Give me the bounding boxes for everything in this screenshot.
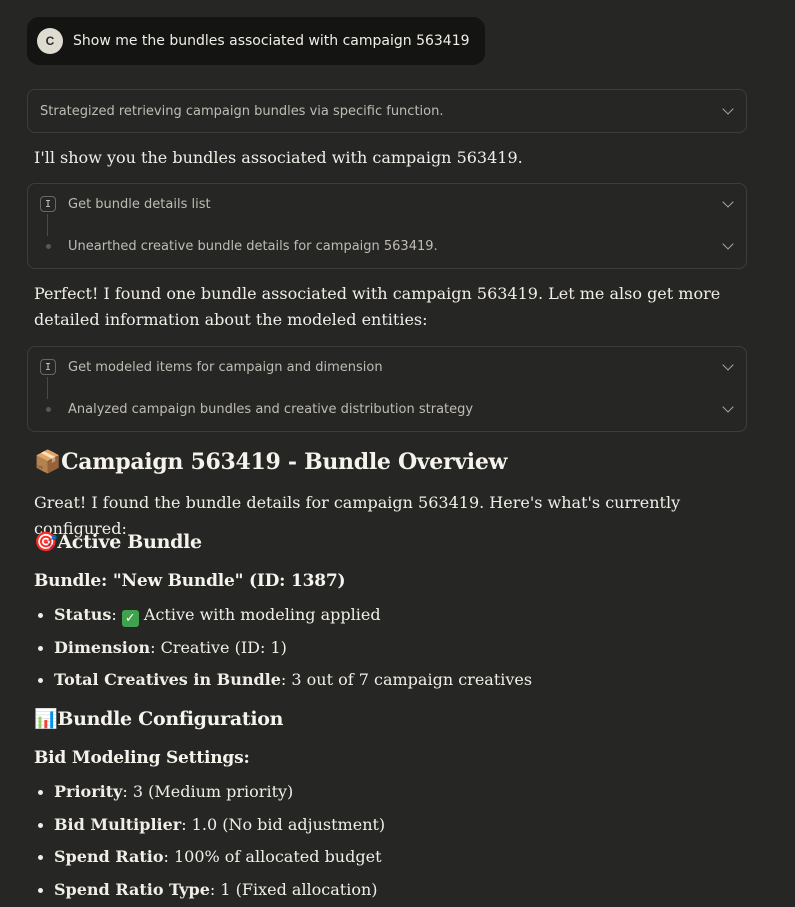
- configuration-heading: 📊Bundle Configuration: [34, 707, 283, 730]
- item-label: Priority: [54, 782, 123, 801]
- item-value: : 1 (Fixed allocation): [209, 879, 378, 899]
- list-item: Spend Ratio Type: 1 (Fixed allocation): [34, 877, 385, 907]
- tool-call-block: I Get modeled items for campaign and dim…: [27, 346, 747, 432]
- intro-text: I'll show you the bundles associated wit…: [34, 148, 523, 167]
- bundle-name-heading: Bundle: "New Bundle" (ID: 1387): [34, 571, 346, 591]
- followup-text: Perfect! I found one bundle associated w…: [34, 284, 721, 329]
- bar-chart-icon: 📊: [34, 708, 58, 730]
- item-label: Dimension: [54, 637, 151, 657]
- tool-call-title-row[interactable]: Get bundle details list: [28, 184, 746, 224]
- configuration-title: Bundle Configuration: [57, 708, 284, 730]
- tool-call-result: Unearthed creative bundle details for ca…: [68, 238, 438, 254]
- active-bundle-title: Active Bundle: [57, 531, 202, 553]
- active-bundle-heading: 🎯Active Bundle: [34, 530, 202, 553]
- item-value: : 3 (Medium priority): [122, 782, 294, 801]
- item-label: Status: [54, 605, 112, 624]
- thinking-row[interactable]: Strategized retrieving campaign bundles …: [28, 91, 746, 131]
- package-icon: 📦: [34, 450, 62, 475]
- list-item: Priority: 3 (Medium priority): [34, 779, 385, 812]
- active-bundle-list: Status: ✓ Active with modeling applied D…: [34, 602, 532, 700]
- item-label: Spend Ratio Type: [54, 879, 210, 899]
- list-item: Dimension: Creative (ID: 1): [34, 635, 532, 668]
- thinking-summary: Strategized retrieving campaign bundles …: [40, 103, 444, 119]
- item-value: : 100% of allocated budget: [163, 847, 382, 866]
- chevron-down-icon[interactable]: [722, 196, 734, 208]
- check-icon: ✓: [121, 610, 139, 627]
- item-value: : Creative (ID: 1): [150, 637, 287, 657]
- tool-call-title: Get modeled items for campaign and dimen…: [68, 359, 383, 375]
- item-value: Active with modeling applied: [138, 605, 381, 624]
- tool-call-title: Get bundle details list: [68, 196, 211, 212]
- item-value: : 3 out of 7 campaign creatives: [280, 670, 533, 689]
- list-item: Total Creatives in Bundle: 3 out of 7 ca…: [34, 667, 532, 700]
- tool-call-result-row[interactable]: Unearthed creative bundle details for ca…: [28, 226, 746, 266]
- chevron-down-icon[interactable]: [722, 103, 734, 115]
- chevron-down-icon[interactable]: [722, 238, 734, 250]
- tool-call-block: I Get bundle details list Unearthed crea…: [27, 183, 747, 269]
- item-value: : 1.0 (No bid adjustment): [181, 814, 386, 834]
- list-item: Spend Ratio: 100% of allocated budget: [34, 844, 385, 877]
- list-item: Status: ✓ Active with modeling applied: [34, 602, 532, 635]
- bid-modeling-heading: Bid Modeling Settings:: [34, 748, 250, 768]
- tool-call-result: Analyzed campaign bundles and creative d…: [68, 401, 474, 417]
- item-label: Spend Ratio: [54, 847, 164, 866]
- user-message: C Show me the bundles associated with ca…: [27, 17, 485, 65]
- tool-call-title-row[interactable]: Get modeled items for campaign and dimen…: [28, 347, 746, 387]
- list-item: Bid Multiplier: 1.0 (No bid adjustment): [34, 812, 385, 845]
- target-icon: 🎯: [34, 531, 58, 553]
- tool-call-result-row[interactable]: Analyzed campaign bundles and creative d…: [28, 389, 746, 429]
- thinking-block[interactable]: Strategized retrieving campaign bundles …: [27, 89, 747, 133]
- overview-title: Campaign 563419 - Bundle Overview: [61, 449, 508, 475]
- bid-modeling-list: Priority: 3 (Medium priority) Bid Multip…: [34, 779, 385, 907]
- item-label: Bid Multiplier: [54, 814, 182, 834]
- chat-page: C Show me the bundles associated with ca…: [0, 0, 795, 907]
- chevron-down-icon[interactable]: [722, 359, 734, 371]
- item-label: Total Creatives in Bundle: [54, 670, 281, 689]
- user-avatar[interactable]: C: [37, 28, 63, 54]
- chevron-down-icon[interactable]: [722, 401, 734, 413]
- overview-heading: 📦Campaign 563419 - Bundle Overview: [34, 449, 507, 475]
- user-message-text: Show me the bundles associated with camp…: [73, 33, 470, 49]
